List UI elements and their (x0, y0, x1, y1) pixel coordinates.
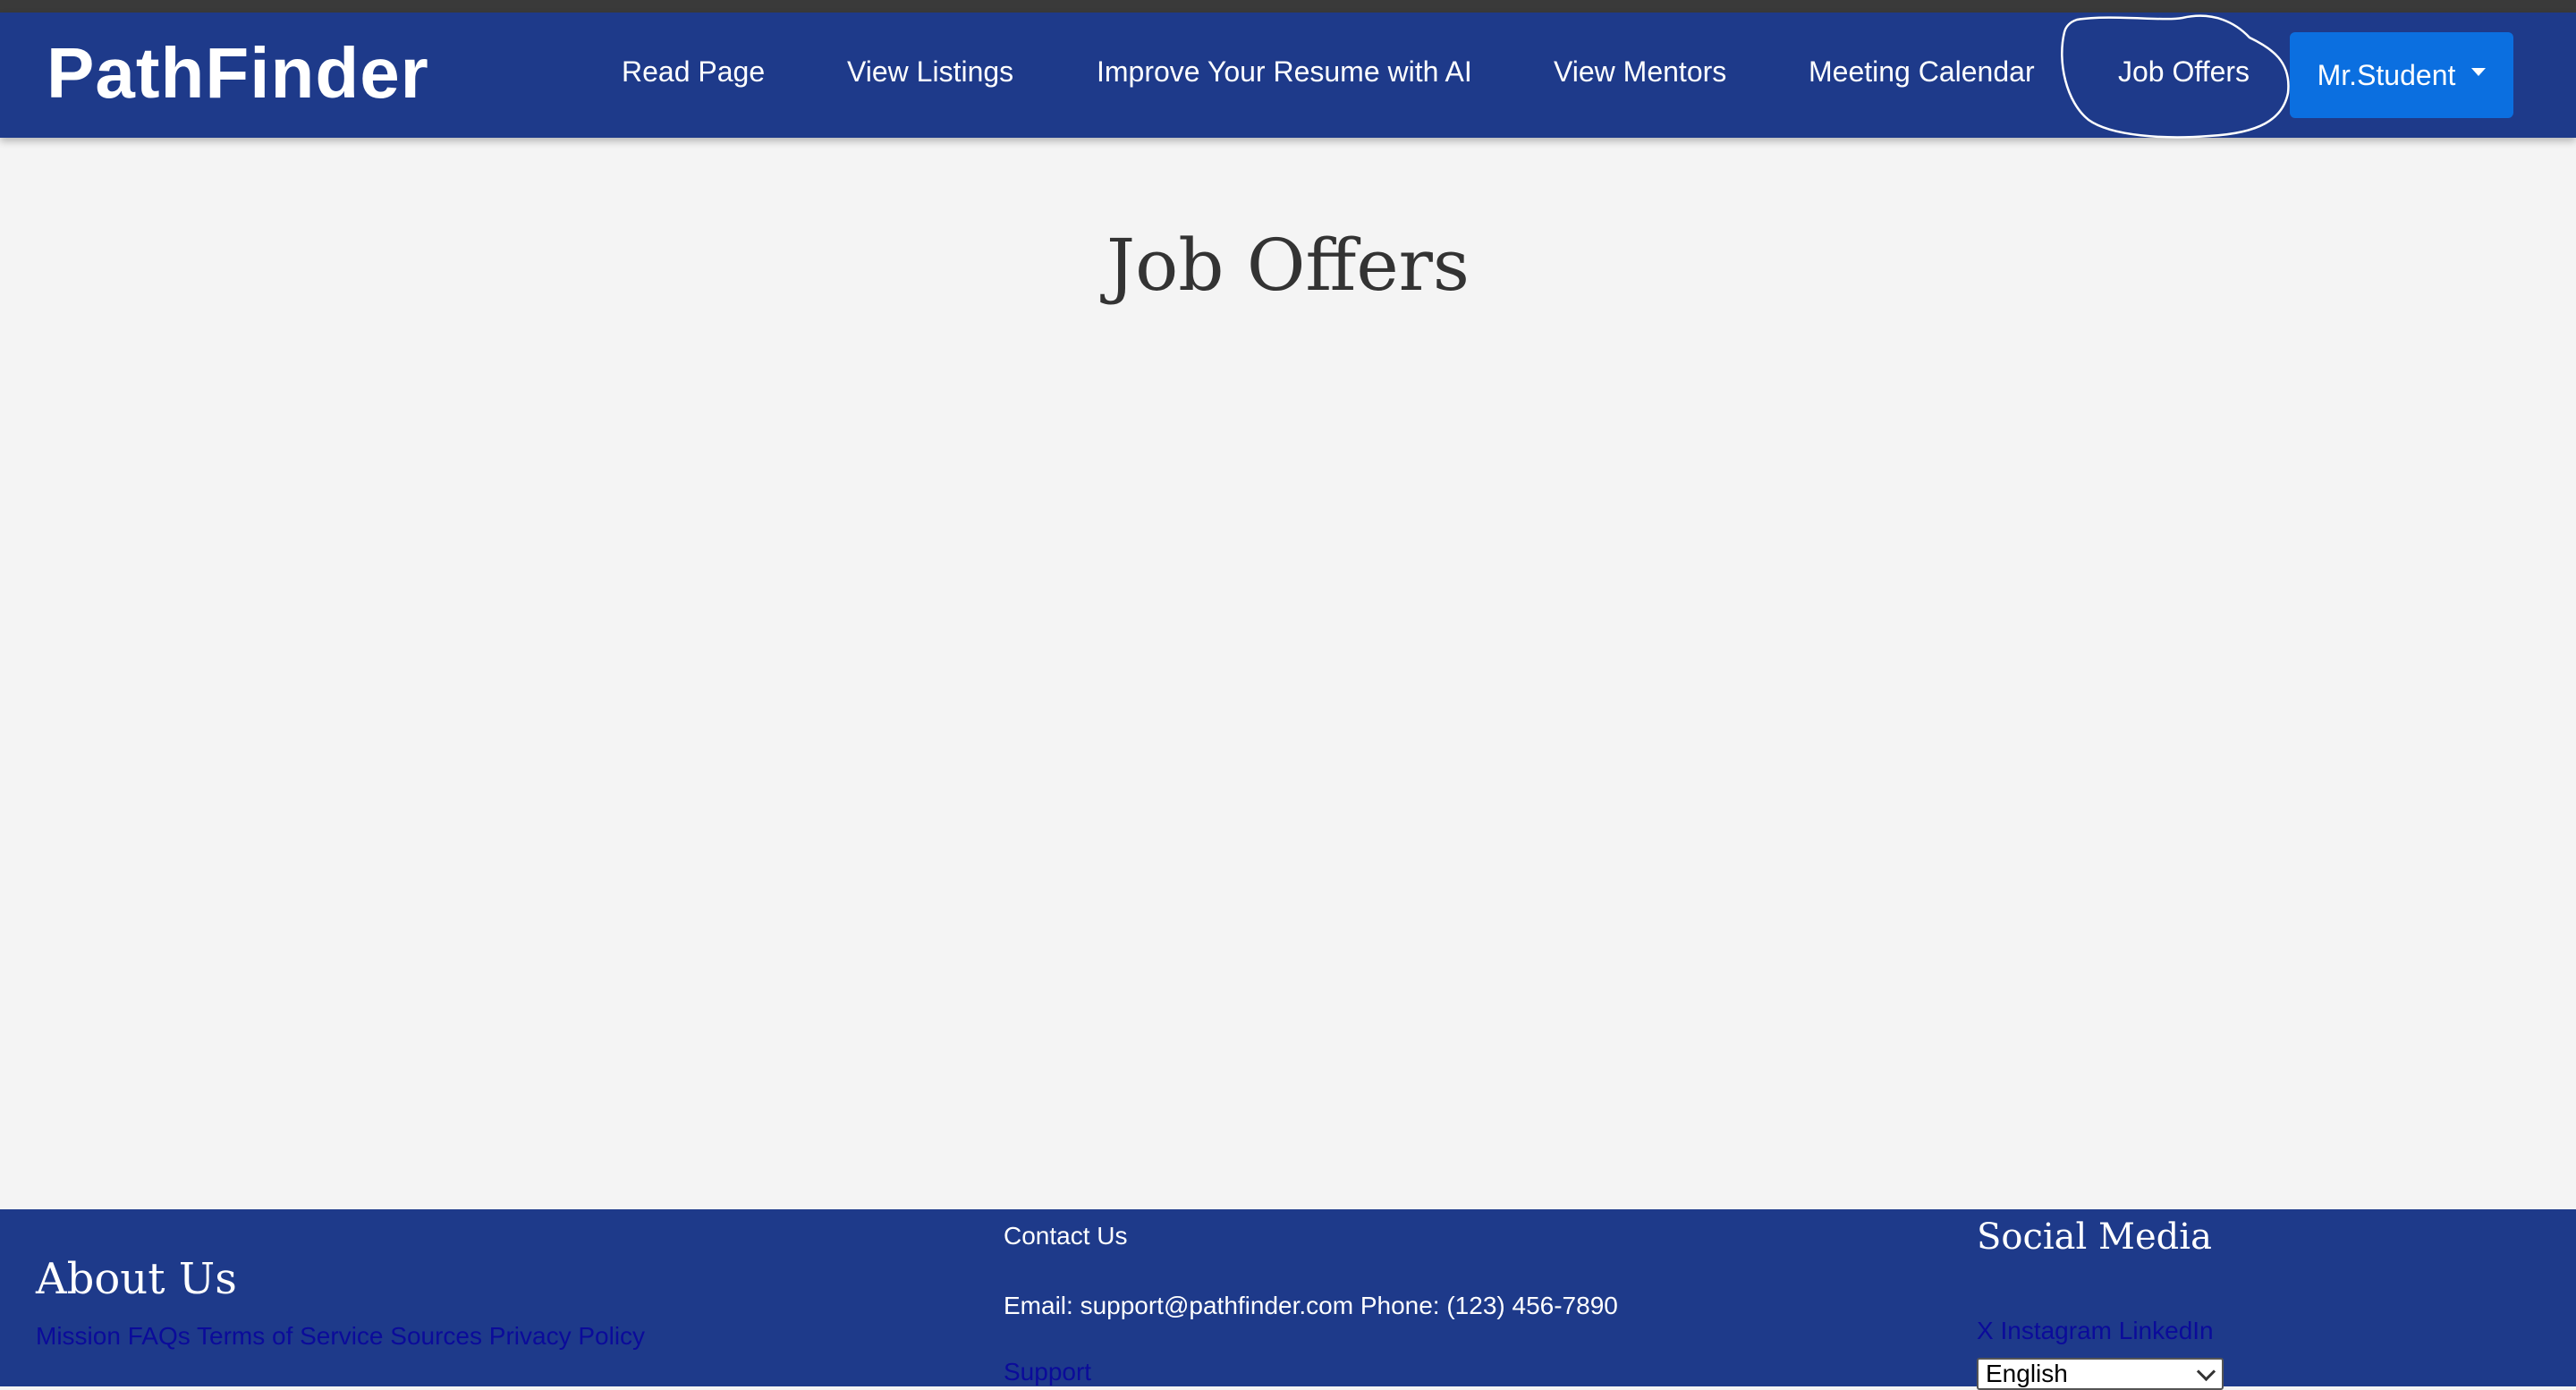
link-mission[interactable]: Mission (36, 1322, 121, 1350)
link-faqs[interactable]: FAQs (128, 1322, 191, 1350)
social-links: X Instagram LinkedIn (1977, 1317, 2214, 1345)
nav-meeting-calendar[interactable]: Meeting Calendar (1809, 55, 2035, 89)
about-links: Mission FAQs Terms of Service Sources Pr… (36, 1322, 645, 1351)
nav-view-mentors[interactable]: View Mentors (1554, 55, 1726, 89)
user-menu-button[interactable]: Mr.Student (2290, 32, 2513, 118)
link-privacy-policy[interactable]: Privacy Policy (489, 1322, 645, 1350)
browser-top-strip (0, 0, 2576, 13)
caret-down-icon (2471, 67, 2487, 76)
nav-read-page[interactable]: Read Page (622, 55, 765, 89)
link-linkedin[interactable]: LinkedIn (2119, 1317, 2214, 1344)
user-menu-label: Mr.Student (2317, 58, 2456, 91)
language-selected-value: English (1986, 1360, 2068, 1387)
link-support[interactable]: Support (1004, 1358, 1091, 1386)
navbar: PathFinder Read Page View Listings Impro… (0, 13, 2576, 139)
contact-us-heading: Contact Us (1004, 1222, 1128, 1250)
link-instagram[interactable]: Instagram (2000, 1317, 2112, 1344)
about-us-heading: About Us (36, 1254, 237, 1304)
nav-view-listings[interactable]: View Listings (847, 55, 1013, 89)
nav-job-offers[interactable]: Job Offers (2118, 55, 2250, 89)
link-terms-of-service[interactable]: Terms of Service (197, 1322, 384, 1350)
chevron-down-icon (2196, 1361, 2216, 1382)
nav-improve-resume[interactable]: Improve Your Resume with AI (1097, 55, 1472, 89)
brand-logo[interactable]: PathFinder (47, 32, 429, 114)
social-media-heading: Social Media (1977, 1216, 2212, 1258)
footer: About Us Mission FAQs Terms of Service S… (0, 1209, 2576, 1390)
link-sources[interactable]: Sources (390, 1322, 482, 1350)
link-x[interactable]: X (1977, 1317, 1994, 1344)
page-title: Job Offers (1106, 224, 1470, 307)
language-select[interactable]: English (1977, 1358, 2224, 1390)
contact-info: Email: support@pathfinder.com Phone: (12… (1004, 1292, 1618, 1319)
